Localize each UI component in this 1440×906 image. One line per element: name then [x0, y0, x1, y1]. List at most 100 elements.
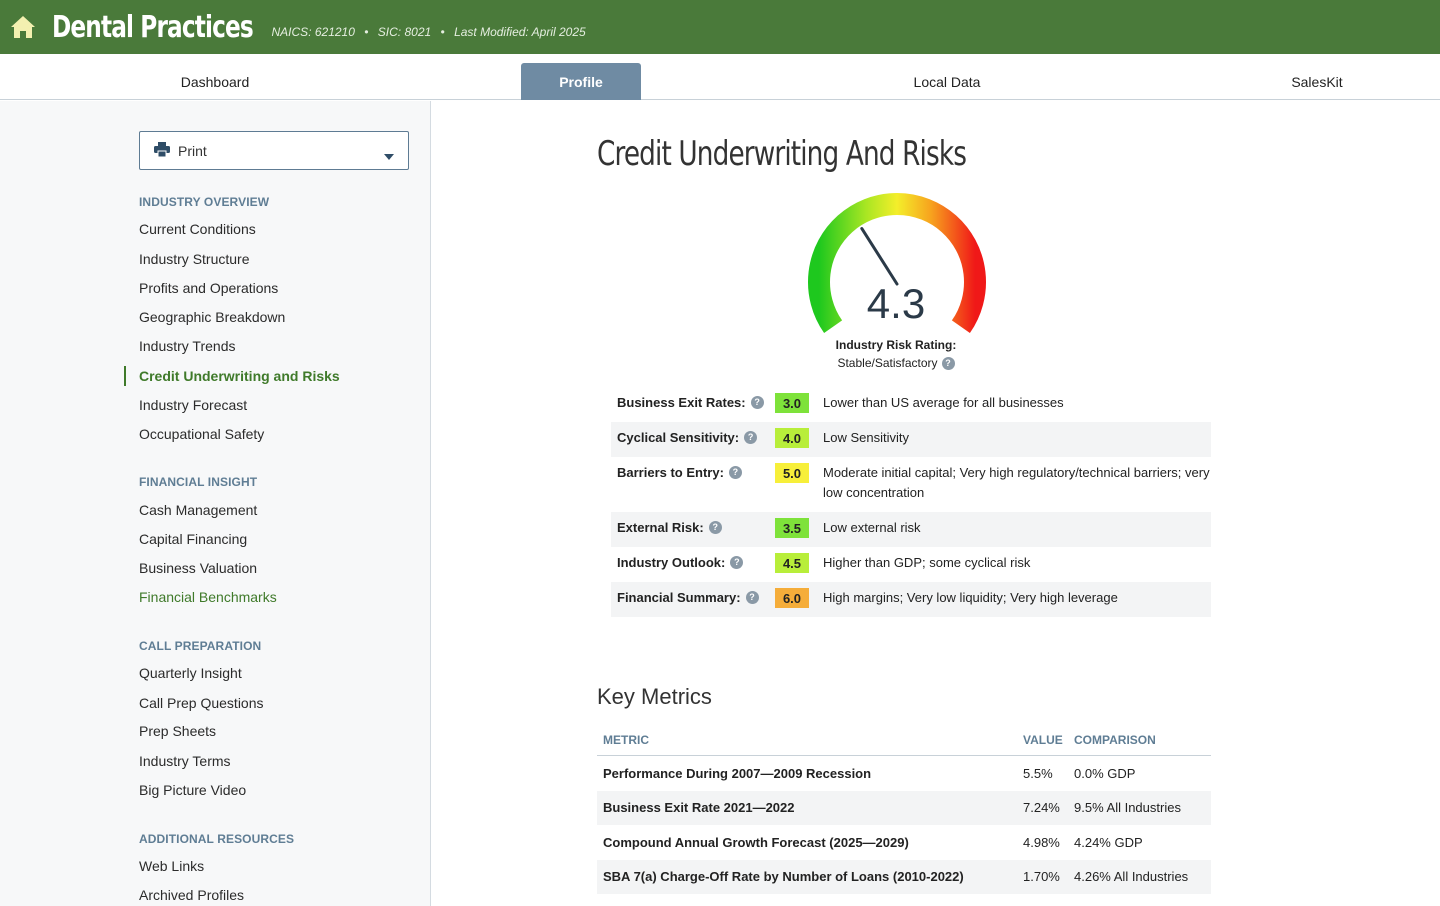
risk-name: Business Exit Rates:? [611, 395, 775, 410]
risk-row: External Risk:? 3.5 Low external risk [611, 512, 1211, 547]
risk-name-text: Business Exit Rates: [617, 395, 746, 410]
metric-comparison: 0.0% GDP [1074, 765, 1136, 781]
column-header-metric: METRIC [603, 732, 649, 747]
tab-profile[interactable]: Profile [521, 63, 641, 100]
nav-item-archived-profiles[interactable]: Archived Profiles [139, 887, 244, 903]
tab-saleskit[interactable]: SalesKit [1242, 63, 1392, 100]
nav-item-financial-benchmarks[interactable]: Financial Benchmarks [139, 589, 277, 605]
top-header: Dental Practices NAICS: 621210 • SIC: 80… [0, 0, 1440, 54]
risk-description: Lower than US average for all businesses [823, 395, 1064, 410]
nav-item-profits-and-operations[interactable]: Profits and Operations [139, 280, 278, 296]
key-metrics-table: METRIC VALUE COMPARISON Performance Duri… [597, 724, 1211, 894]
risk-score: 6.0 [775, 588, 809, 608]
gauge-status: Stable/Satisfactory ? [796, 356, 996, 370]
metric-name: Business Exit Rate 2021—2022 [603, 800, 795, 816]
help-icon[interactable]: ? [708, 521, 722, 534]
risk-row: Industry Outlook:? 4.5 Higher than GDP; … [611, 547, 1211, 582]
table-row: Compound Annual Growth Forecast (2025—20… [597, 825, 1211, 860]
tab-bar: Dashboard Profile Local Data SalesKit [0, 54, 1440, 100]
risk-score: 4.5 [775, 553, 809, 573]
key-metrics-title: Key Metrics [597, 684, 712, 709]
nav-item-big-picture-video[interactable]: Big Picture Video [139, 782, 246, 798]
last-modified: Last Modified: April 2025 [454, 25, 586, 39]
risk-score: 3.5 [775, 518, 809, 538]
risk-score: 5.0 [775, 463, 809, 483]
risk-name-text: Financial Summary: [617, 590, 741, 605]
metric-value: 7.24% [1023, 800, 1060, 816]
nav-item-web-links[interactable]: Web Links [139, 858, 204, 874]
risk-name: Financial Summary:? [611, 590, 775, 605]
table-row: Business Exit Rate 2021—2022 7.24% 9.5% … [597, 790, 1211, 825]
column-header-comparison: COMPARISON [1074, 732, 1156, 747]
home-icon[interactable] [8, 12, 38, 42]
nav-item-industry-trends[interactable]: Industry Trends [139, 338, 236, 354]
help-icon[interactable]: ? [744, 431, 758, 444]
active-nav-indicator [124, 366, 126, 386]
meta-separator: • [440, 25, 445, 39]
risk-factor-table: Business Exit Rates:? 3.0 Lower than US … [611, 387, 1211, 617]
help-icon[interactable]: ? [728, 466, 742, 479]
risk-description: Higher than GDP; some cyclical risk [823, 555, 1031, 570]
tab-dashboard[interactable]: Dashboard [140, 63, 290, 100]
risk-description: Moderate initial capital; Very high regu… [823, 465, 1210, 500]
meta-separator: • [364, 25, 369, 39]
metric-comparison: 4.24% GDP [1074, 834, 1143, 850]
nav-item-capital-financing[interactable]: Capital Financing [139, 531, 247, 547]
nav-section-additional-resources: ADDITIONAL RESOURCES [139, 832, 295, 846]
risk-row: Barriers to Entry:? 5.0 Moderate initial… [611, 457, 1211, 512]
nav-item-geographic-breakdown[interactable]: Geographic Breakdown [139, 309, 285, 325]
metric-name: Compound Annual Growth Forecast (2025—20… [603, 834, 909, 850]
help-icon[interactable]: ? [745, 591, 759, 604]
naics-code: NAICS: 621210 [271, 25, 355, 39]
chevron-down-icon [384, 147, 394, 163]
sic-code: SIC: 8021 [377, 25, 432, 39]
risk-name: Barriers to Entry:? [611, 465, 775, 480]
print-dropdown[interactable]: Print [139, 131, 409, 170]
metric-value: 4.98% [1023, 834, 1060, 850]
risk-name: Cyclical Sensitivity:? [611, 430, 775, 445]
metric-name: Performance During 2007—2009 Recession [603, 765, 872, 781]
print-label: Print [178, 142, 207, 159]
table-row: Performance During 2007—2009 Recession 5… [597, 756, 1211, 791]
risk-name-text: Cyclical Sensitivity: [617, 430, 740, 445]
nav-item-industry-terms[interactable]: Industry Terms [139, 753, 231, 769]
help-icon[interactable]: ? [730, 556, 744, 569]
risk-name-text: External Risk: [617, 520, 704, 535]
nav-item-quarterly-insight[interactable]: Quarterly Insight [139, 665, 242, 681]
table-row: SBA 7(a) Charge-Off Rate by Number of Lo… [597, 859, 1211, 894]
gauge-status-text: Stable/Satisfactory [837, 356, 938, 370]
gauge-needle [860, 227, 899, 286]
nav-item-business-valuation[interactable]: Business Valuation [139, 560, 257, 576]
nav-item-call-prep-questions[interactable]: Call Prep Questions [139, 695, 264, 711]
risk-row: Cyclical Sensitivity:? 4.0 Low Sensitivi… [611, 422, 1211, 457]
help-icon[interactable]: ? [941, 356, 955, 370]
risk-description: High margins; Very low liquidity; Very h… [823, 590, 1118, 605]
metric-name: SBA 7(a) Charge-Off Rate by Number of Lo… [603, 869, 964, 885]
nav-item-current-conditions[interactable]: Current Conditions [139, 221, 256, 237]
risk-row: Financial Summary:? 6.0 High margins; Ve… [611, 582, 1211, 617]
nav-item-prep-sheets[interactable]: Prep Sheets [139, 723, 216, 739]
risk-name: Industry Outlook:? [611, 555, 775, 570]
nav-section-industry-overview: INDUSTRY OVERVIEW [139, 195, 270, 209]
app-title: Dental Practices [52, 9, 254, 45]
table-header: METRIC VALUE COMPARISON [597, 724, 1211, 756]
metric-comparison: 4.26% All Industries [1074, 869, 1189, 885]
gauge-label: Industry Risk Rating: [835, 338, 957, 352]
page-title: Credit Underwriting And Risks [597, 134, 967, 174]
metric-value: 5.5% [1023, 765, 1053, 781]
nav-section-financial-insight: FINANCIAL INSIGHT [139, 475, 258, 489]
nav-item-industry-forecast[interactable]: Industry Forecast [139, 397, 247, 413]
gauge-value: 4.3 [866, 280, 926, 327]
nav-item-occupational-safety[interactable]: Occupational Safety [139, 426, 264, 442]
risk-description: Low external risk [823, 520, 921, 535]
nav-item-cash-management[interactable]: Cash Management [139, 502, 257, 518]
tab-local-data[interactable]: Local Data [872, 63, 1022, 100]
sidebar: Print INDUSTRY OVERVIEW Current Conditio… [0, 101, 431, 906]
risk-score: 3.0 [775, 393, 809, 413]
help-icon[interactable]: ? [750, 396, 764, 409]
nav-item-credit-underwriting[interactable]: Credit Underwriting and Risks [139, 368, 340, 384]
column-header-value: VALUE [1023, 732, 1063, 747]
risk-description: Low Sensitivity [823, 430, 909, 445]
risk-name: External Risk:? [611, 520, 775, 535]
nav-item-industry-structure[interactable]: Industry Structure [139, 251, 250, 267]
